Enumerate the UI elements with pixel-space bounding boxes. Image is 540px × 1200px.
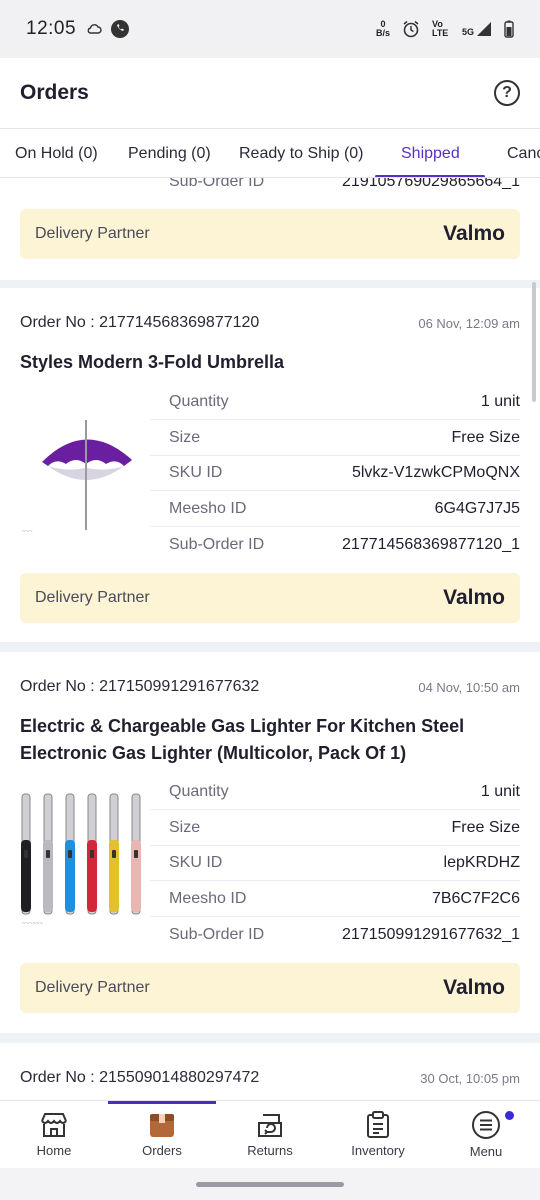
- notification-dot: [505, 1111, 514, 1120]
- detail-row-sub-order-id: Sub-Order ID 217714568369877120_1: [169, 536, 520, 553]
- order-card[interactable]: Order No : 215509014880297472 30 Oct, 10…: [0, 1043, 540, 1100]
- order-number: Order No : 217150991291677632: [20, 678, 260, 695]
- tab-pending[interactable]: Pending (0): [128, 129, 211, 177]
- help-icon[interactable]: ?: [494, 80, 520, 106]
- detail-row-sku: SKU ID lepKRDHZ: [150, 845, 520, 881]
- app-bar: Orders ?: [0, 58, 540, 128]
- order-number: Order No : 215509014880297472: [20, 1069, 260, 1086]
- product-image-gas-lighter: ~~~~~~: [20, 788, 152, 928]
- detail-row-meesho-id: Meesho ID 7B6C7F2C6: [150, 881, 520, 917]
- nav-label: Home: [36, 1143, 72, 1158]
- nav-menu[interactable]: Menu: [432, 1101, 540, 1168]
- delivery-partner-box: Delivery Partner Valmo: [20, 573, 520, 623]
- nav-orders[interactable]: Orders: [108, 1101, 216, 1168]
- network-type: 5G: [461, 27, 474, 37]
- order-date: 30 Oct, 10:05 pm: [420, 1070, 520, 1086]
- svg-text:~~~: ~~~: [22, 529, 33, 535]
- orders-list[interactable]: Sub-Order ID 219105769029865664_1 Delive…: [0, 178, 540, 1100]
- bottom-navigation: Home Orders Returns Inventory Menu: [0, 1100, 540, 1168]
- net-speed: 0 B/s: [375, 19, 390, 38]
- tab-ready-to-ship[interactable]: Ready to Ship (0): [239, 129, 364, 177]
- box-icon: [150, 1114, 174, 1137]
- order-card[interactable]: Sub-Order ID 219105769029865664_1 Delive…: [0, 178, 540, 280]
- detail-row-size: Size Free Size: [150, 420, 520, 456]
- delivery-partner-box: Delivery Partner Valmo: [20, 209, 520, 259]
- tab-shipped[interactable]: Shipped: [401, 129, 460, 177]
- order-date: 06 Nov, 12:09 am: [418, 315, 520, 331]
- signal-icon: [477, 22, 491, 36]
- alarm-icon: [403, 20, 419, 38]
- detail-row-quantity: Quantity 1 unit: [150, 774, 520, 810]
- order-date: 04 Nov, 10:50 am: [418, 679, 520, 695]
- tab-on-hold[interactable]: On Hold (0): [15, 129, 98, 177]
- detail-row-sku: SKU ID 5lvkz-V1zwkCPMoQNX: [150, 455, 520, 491]
- volte-indicator: Vo LTE: [431, 19, 449, 38]
- svg-text:~~~~~~: ~~~~~~: [22, 921, 44, 927]
- detail-row-size: Size Free Size: [150, 810, 520, 846]
- page-title: Orders: [20, 81, 89, 104]
- nav-label: Orders: [142, 1143, 182, 1158]
- nav-label: Returns: [247, 1143, 293, 1158]
- order-card[interactable]: Order No : 217714568369877120 06 Nov, 12…: [0, 288, 540, 642]
- scrollbar[interactable]: [532, 282, 536, 402]
- detail-row-sub-order-id: Sub-Order ID 217150991291677632_1: [169, 926, 520, 943]
- nav-inventory[interactable]: Inventory: [324, 1101, 432, 1168]
- order-status-tabs: On Hold (0) Pending (0) Ready to Ship (0…: [0, 128, 540, 178]
- product-name: Styles Modern 3-Fold Umbrella: [20, 352, 285, 372]
- detail-row-sub-order-id: Sub-Order ID 219105769029865664_1: [169, 178, 520, 190]
- whatsapp-icon: [111, 20, 130, 38]
- status-time: 12:05: [26, 18, 77, 39]
- tab-cancelled[interactable]: Cancelled: [507, 129, 540, 177]
- cloud-icon: [87, 24, 102, 34]
- gesture-bar: [0, 1168, 540, 1200]
- menu-icon: [472, 1111, 500, 1139]
- status-bar: 12:05 0 B/s Vo LTE 5G: [0, 0, 540, 58]
- product-name: Electric & Chargeable Gas Lighter For Ki…: [20, 716, 465, 763]
- delivery-partner-box: Delivery Partner Valmo: [20, 963, 520, 1013]
- detail-row-quantity: Quantity 1 unit: [150, 384, 520, 420]
- nav-label: Menu: [469, 1144, 503, 1159]
- order-card[interactable]: Order No : 217150991291677632 04 Nov, 10…: [0, 652, 540, 1033]
- return-box-icon: [258, 1114, 282, 1137]
- detail-row-meesho-id: Meesho ID 6G4G7J7J5: [150, 491, 520, 527]
- battery-icon: [504, 20, 514, 38]
- nav-returns[interactable]: Returns: [216, 1101, 324, 1168]
- product-image-umbrella: ~~~: [20, 398, 152, 538]
- store-icon: [41, 1113, 67, 1137]
- nav-home[interactable]: Home: [0, 1101, 108, 1168]
- home-indicator[interactable]: [196, 1182, 344, 1187]
- nav-label: Inventory: [351, 1143, 405, 1158]
- order-number: Order No : 217714568369877120: [20, 314, 260, 331]
- clipboard-icon: [367, 1111, 389, 1138]
